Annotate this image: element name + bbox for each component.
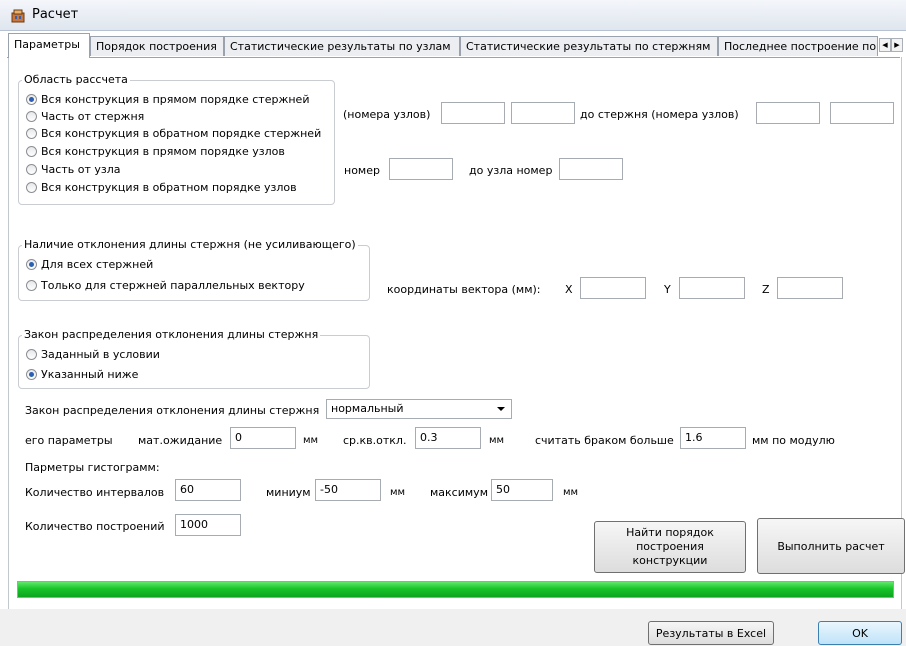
intervals-label: Количество интервалов	[25, 486, 165, 499]
distribution-option-0[interactable]: Заданный в условии	[26, 348, 160, 361]
max-label: максимум	[430, 486, 488, 499]
histogram-title: Парметры гистограмм:	[25, 461, 160, 474]
to-rod-node-b-input[interactable]	[830, 102, 894, 124]
radio-icon[interactable]	[26, 349, 37, 360]
mean-unit: мм	[303, 435, 319, 446]
calc-area-option-2[interactable]: Вся конструкция в обратном порядке стерж…	[26, 127, 321, 140]
law-select[interactable]: нормальный	[326, 399, 512, 419]
calc-area-option-0[interactable]: Вся конструкция в прямом порядке стержне…	[26, 93, 309, 106]
law-label: Закон распределения отклонения длины сте…	[25, 404, 320, 417]
node-number-label: номер	[344, 164, 380, 177]
mean-input[interactable]: 0	[230, 427, 296, 449]
vector-x-label: X	[565, 283, 573, 296]
radio-selected-icon[interactable]	[26, 369, 37, 380]
radio-icon[interactable]	[26, 164, 37, 175]
law-select-value: нормальный	[331, 402, 404, 415]
tab-rod-stats[interactable]: Статистические результаты по стержням	[460, 36, 718, 56]
find-build-order-button[interactable]: Найти порядок построения конструкции	[594, 521, 746, 573]
radio-icon[interactable]	[26, 146, 37, 157]
defect-label: считать браком больше	[535, 434, 674, 447]
dropdown-arrow-icon[interactable]	[497, 407, 505, 411]
vector-label: координаты вектора (мм):	[387, 283, 541, 296]
radio-selected-icon[interactable]	[26, 259, 37, 270]
to-rod-node-a-input[interactable]	[756, 102, 820, 124]
vector-y-label: Y	[664, 283, 671, 296]
calc-area-legend: Область рассчета	[22, 73, 130, 86]
std-label: ср.кв.откл.	[343, 434, 407, 447]
node-from-input[interactable]	[389, 158, 453, 180]
defect-unit: мм по модулю	[752, 434, 835, 447]
deviation-legend: Наличие отклонения длины стержня (не уси…	[22, 238, 358, 251]
distribution-legend: Закон распределения отклонения длины сте…	[22, 328, 321, 341]
ok-button[interactable]: OK	[818, 621, 902, 645]
to-node-label: до узла номер	[469, 164, 553, 177]
vector-z-input[interactable]	[777, 277, 843, 299]
distribution-option-1[interactable]: Указанный ниже	[26, 368, 138, 381]
builds-label: Количество построений	[25, 520, 165, 533]
progress-bar	[17, 581, 894, 598]
radio-icon[interactable]	[26, 111, 37, 122]
tab-parameters[interactable]: Параметры	[8, 33, 90, 58]
deviation-group	[18, 245, 370, 301]
builds-input[interactable]: 1000	[175, 514, 241, 536]
calc-area-option-1[interactable]: Часть от стержня	[26, 110, 144, 123]
vector-y-input[interactable]	[679, 277, 745, 299]
rod-nodes-label: (номера узлов)	[343, 108, 431, 121]
radio-icon[interactable]	[26, 182, 37, 193]
calc-area-option-4[interactable]: Часть от узла	[26, 163, 120, 176]
defect-input[interactable]: 1.6	[680, 427, 746, 449]
calc-area-option-3[interactable]: Вся конструкция в прямом порядке узлов	[26, 145, 285, 158]
tab-node-stats[interactable]: Статистические результаты по узлам	[224, 36, 460, 56]
rod-from-node-b-input[interactable]	[511, 102, 575, 124]
tab-scroll-right-icon[interactable]: ▶	[891, 38, 903, 52]
tab-scroll-left-icon[interactable]: ◀	[879, 38, 891, 52]
max-input[interactable]: 50	[491, 479, 553, 501]
to-rod-label: до стержня (номера узлов)	[580, 108, 739, 121]
tab-build-order[interactable]: Порядок построения	[90, 36, 224, 56]
max-unit: мм	[563, 487, 579, 498]
min-input[interactable]: -50	[315, 479, 381, 501]
progress-fill	[18, 582, 893, 597]
run-calculation-button[interactable]: Выполнить расчет	[757, 518, 905, 574]
deviation-option-1[interactable]: Только для стержней параллельных вектору	[26, 279, 305, 292]
radio-icon[interactable]	[26, 128, 37, 139]
tab-last-build[interactable]: Последнее построение по	[718, 36, 878, 56]
mean-label: мат.ожидание	[138, 434, 223, 447]
app-icon	[11, 9, 25, 23]
intervals-input[interactable]: 60	[175, 479, 241, 501]
params-label: его параметры	[25, 434, 113, 447]
node-to-input[interactable]	[559, 158, 623, 180]
window-titlebar[interactable]	[0, 0, 906, 31]
vector-x-input[interactable]	[580, 277, 646, 299]
min-unit: мм	[390, 487, 406, 498]
std-unit: мм	[489, 435, 505, 446]
std-input[interactable]: 0.3	[415, 427, 481, 449]
radio-selected-icon[interactable]	[26, 94, 37, 105]
vector-z-label: Z	[762, 283, 770, 296]
deviation-option-0[interactable]: Для всех стержней	[26, 258, 153, 271]
window-title: Расчет	[32, 7, 79, 22]
excel-results-button[interactable]: Результаты в Excel	[648, 621, 774, 645]
calc-area-option-5[interactable]: Вся конструкция в обратном порядке узлов	[26, 181, 297, 194]
min-label: миниум	[266, 486, 311, 499]
rod-from-node-a-input[interactable]	[441, 102, 505, 124]
radio-icon[interactable]	[26, 280, 37, 291]
